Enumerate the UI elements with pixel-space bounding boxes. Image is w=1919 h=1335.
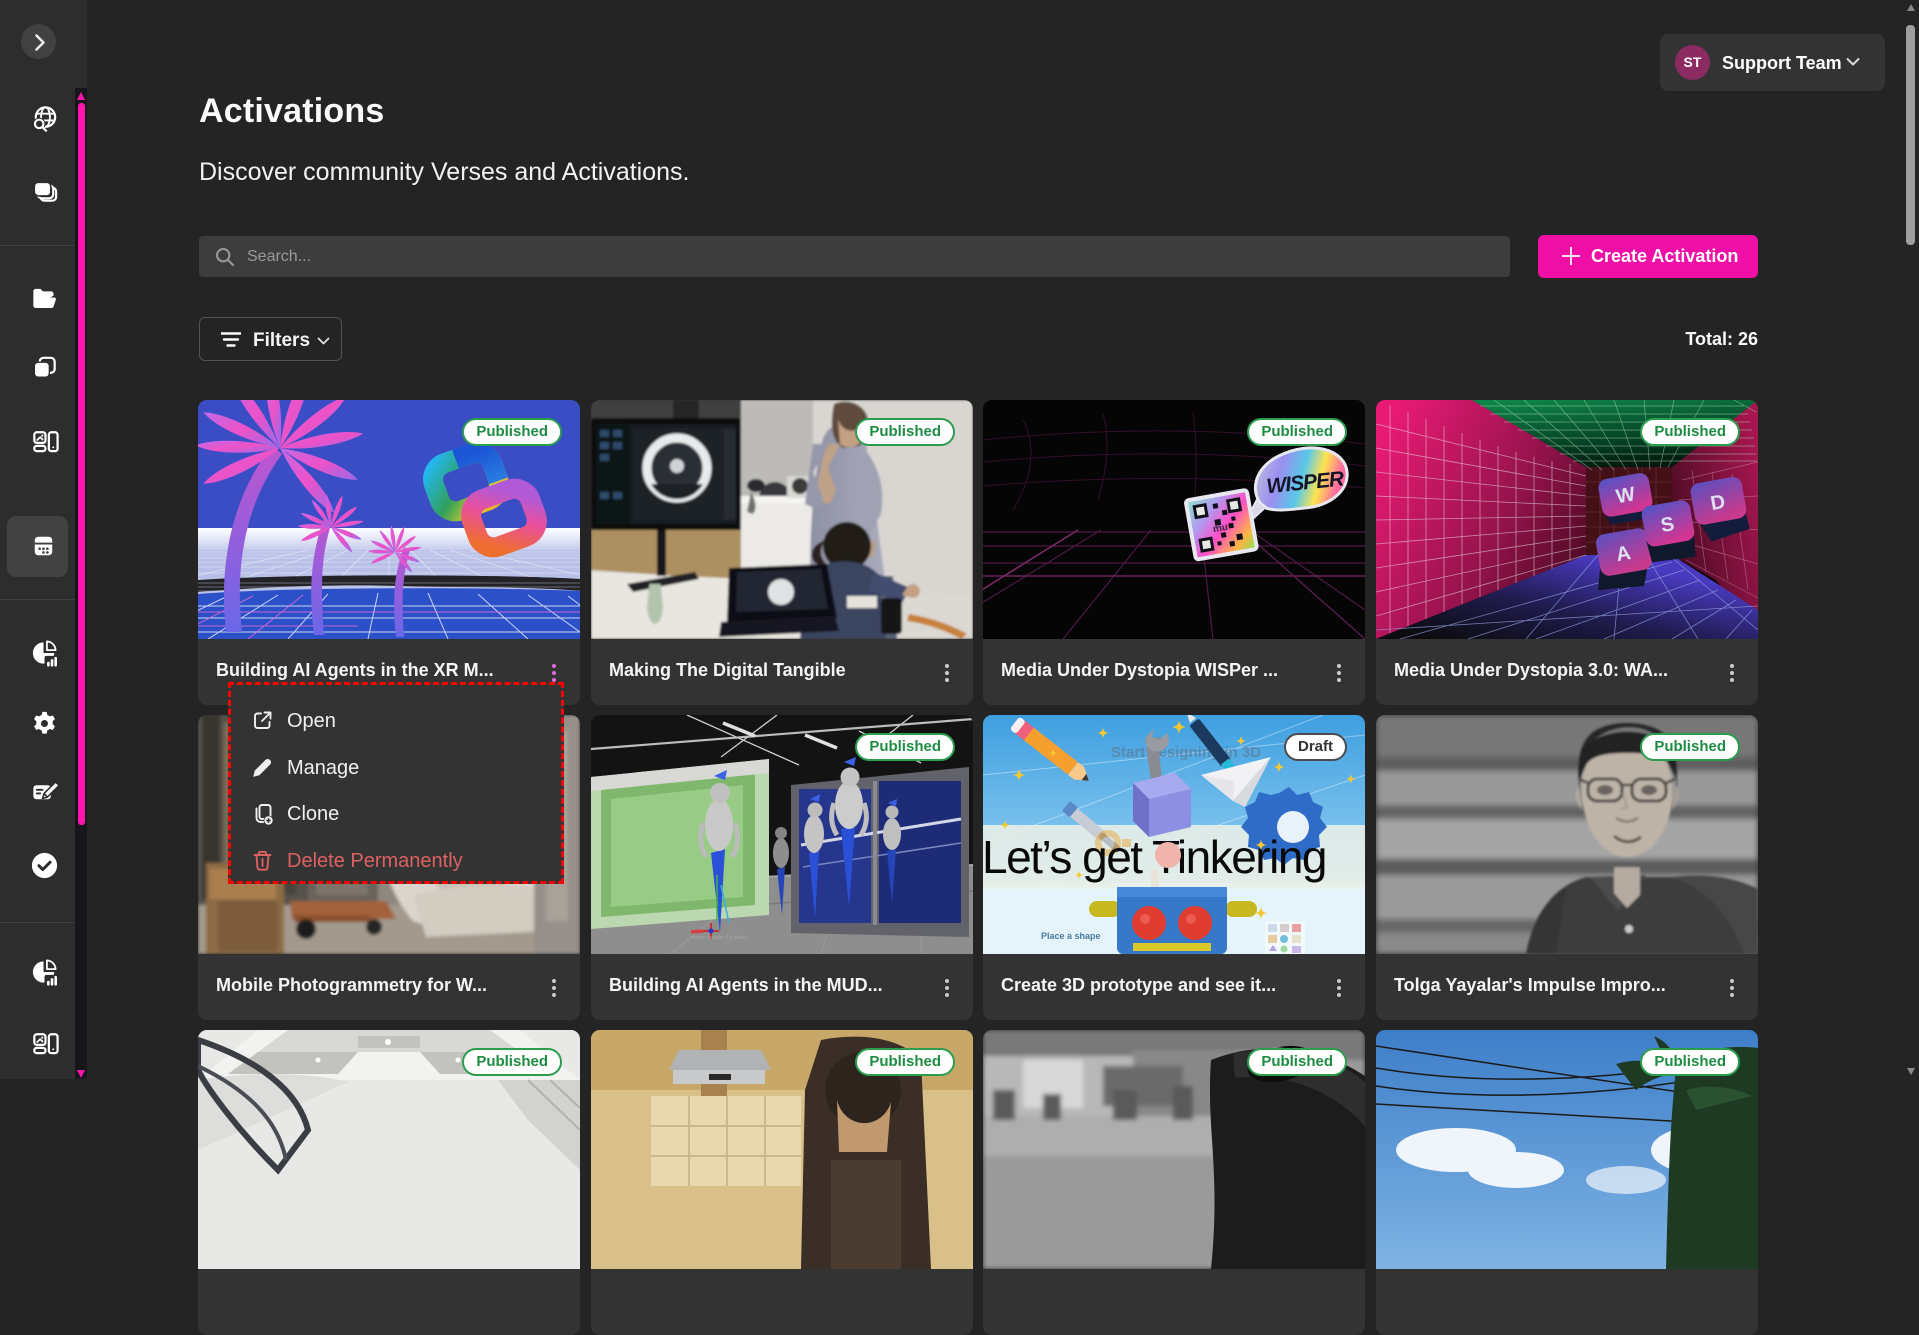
- svg-text:W: W: [1614, 483, 1637, 508]
- svg-text:Place a shape: Place a shape: [1041, 931, 1101, 941]
- svg-text:motion capture 2.0 studio: motion capture 2.0 studio: [691, 935, 747, 941]
- svg-text:Start designing in 3D: Start designing in 3D: [1111, 744, 1261, 761]
